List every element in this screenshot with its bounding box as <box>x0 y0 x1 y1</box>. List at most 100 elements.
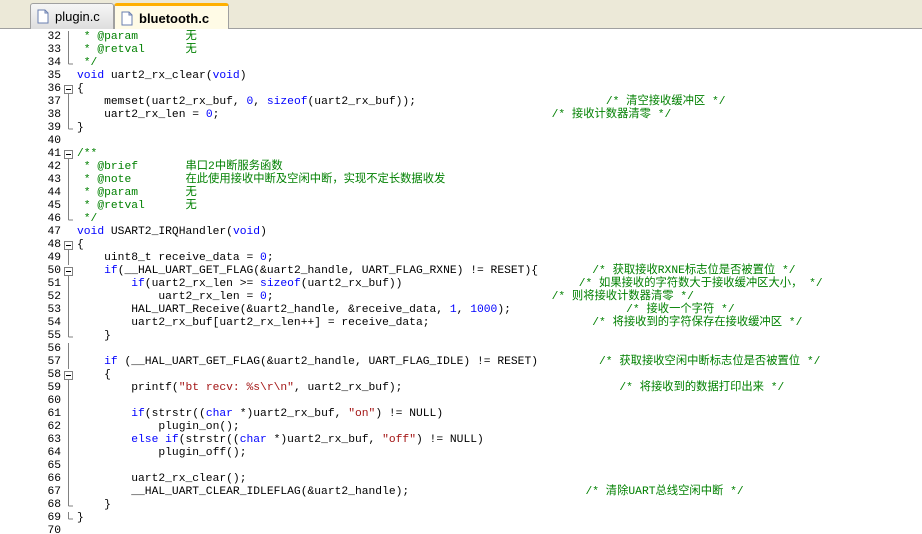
code-line[interactable]: 45 * @retval 无 <box>0 200 922 213</box>
fold-collapse-icon[interactable] <box>64 369 73 382</box>
c-file-icon <box>121 11 133 25</box>
line-number: 65 <box>47 460 61 472</box>
code-line[interactable]: 43 * @note 在此使用接收中断及空闲中断，实现不定长数据收发 <box>0 174 922 187</box>
fold-guide-line <box>68 512 73 520</box>
code-line[interactable]: 34 */ <box>0 57 922 70</box>
code-line[interactable]: 32 * @param 无 <box>0 31 922 44</box>
code-editor[interactable]: 32 * @param 无 33 * @retval 无 34 */35 void u… <box>0 29 922 534</box>
fold-guide-line <box>68 161 69 174</box>
code-line[interactable]: 48 { <box>0 239 922 252</box>
code-token: } <box>77 512 84 524</box>
code-token: ); <box>497 304 627 316</box>
fold-collapse-icon[interactable] <box>64 265 73 278</box>
code-token: (uart2_rx_buf)); <box>307 96 606 108</box>
line-number: 49 <box>47 252 61 264</box>
code-text: uart2_rx_buf[uart2_rx_len++] = receive_d… <box>77 317 802 330</box>
code-line[interactable]: 41 /** <box>0 148 922 161</box>
fold-guide-line <box>68 473 69 486</box>
code-line[interactable]: 33 * @retval 无 <box>0 44 922 57</box>
code-comment: /* 将接收到的数据打印出来 */ <box>619 382 785 394</box>
code-line[interactable]: 57 if (__HAL_UART_GET_FLAG(&uart2_handle… <box>0 356 922 369</box>
fold-guide-line <box>68 109 69 122</box>
code-line[interactable]: 59 printf("bt recv: %s\r\n", uart2_rx_bu… <box>0 382 922 395</box>
code-line[interactable]: 62 plugin_on(); <box>0 421 922 434</box>
code-text: * @retval 无 <box>77 44 197 57</box>
code-token: , <box>253 96 267 108</box>
line-number: 67 <box>47 486 61 498</box>
code-line[interactable]: 47 void USART2_IRQHandler(void) <box>0 226 922 239</box>
fold-guide-line <box>68 122 73 130</box>
code-line[interactable]: 38 uart2_rx_len = 0; /* 接收计数器清零 */ <box>0 109 922 122</box>
code-line[interactable]: 54 uart2_rx_buf[uart2_rx_len++] = receiv… <box>0 317 922 330</box>
line-number: 32 <box>47 31 61 43</box>
code-text: void USART2_IRQHandler(void) <box>77 226 267 239</box>
line-number: 57 <box>47 356 61 368</box>
code-text: * @note 在此使用接收中断及空闲中断，实现不定长数据收发 <box>77 174 446 187</box>
code-keyword: if <box>104 356 118 368</box>
code-token: plugin_on(); <box>77 421 240 433</box>
code-line[interactable]: 44 * @param 无 <box>0 187 922 200</box>
code-token: ; <box>266 291 552 303</box>
code-line[interactable]: 40 <box>0 135 922 148</box>
code-token: ) != NULL) <box>416 434 484 446</box>
fold-guide-line <box>68 57 73 65</box>
code-comment: /* 接收一个字符 */ <box>626 304 735 316</box>
code-line[interactable]: 52 uart2_rx_len = 0; /* 则将接收计数器清零 */ <box>0 291 922 304</box>
code-text: memset(uart2_rx_buf, 0, sizeof(uart2_rx_… <box>77 96 725 109</box>
code-line[interactable]: 56 <box>0 343 922 356</box>
code-line[interactable]: 51 if(uart2_rx_len >= sizeof(uart2_rx_bu… <box>0 278 922 291</box>
fold-guide-line <box>68 304 69 317</box>
code-line[interactable]: 50 if(__HAL_UART_GET_FLAG(&uart2_handle,… <box>0 265 922 278</box>
line-number: 64 <box>47 447 61 459</box>
code-line[interactable]: 65 <box>0 460 922 473</box>
code-comment: * @retval 无 <box>77 44 197 56</box>
code-line[interactable]: 42 * @brief 串口2中断服务函数 <box>0 161 922 174</box>
code-line[interactable]: 66 uart2_rx_clear(); <box>0 473 922 486</box>
fold-guide-line <box>68 343 69 356</box>
line-number: 63 <box>47 434 61 446</box>
code-line[interactable]: 60 <box>0 395 922 408</box>
code-line[interactable]: 35 void uart2_rx_clear(void) <box>0 70 922 83</box>
code-text: printf("bt recv: %s\r\n", uart2_rx_buf);… <box>77 382 784 395</box>
fold-guide-line <box>68 200 69 213</box>
line-number: 62 <box>47 421 61 433</box>
line-number: 34 <box>47 57 61 69</box>
code-line[interactable]: 67 __HAL_UART_CLEAR_IDLEFLAG(&uart2_hand… <box>0 486 922 499</box>
code-line[interactable]: 68 } <box>0 499 922 512</box>
code-line[interactable]: 39} <box>0 122 922 135</box>
code-token: plugin_off(); <box>77 447 247 459</box>
code-line[interactable]: 63 else if(strstr((char *)uart2_rx_buf, … <box>0 434 922 447</box>
fold-collapse-icon[interactable] <box>64 239 73 252</box>
fold-collapse-icon[interactable] <box>64 148 73 161</box>
tab-bluetooth-c[interactable]: bluetooth.c <box>114 3 229 30</box>
code-line[interactable]: 55 } <box>0 330 922 343</box>
code-line[interactable]: 46 */ <box>0 213 922 226</box>
code-token: ) <box>260 226 267 238</box>
code-line[interactable]: 49 uint8_t receive_data = 0; <box>0 252 922 265</box>
code-token: 0 <box>260 291 267 303</box>
code-comment: * @retval 无 <box>77 200 197 212</box>
fold-collapse-icon[interactable] <box>64 83 73 96</box>
code-line[interactable]: 70 <box>0 525 922 534</box>
code-line[interactable]: 61 if(strstr((char *)uart2_rx_buf, "on")… <box>0 408 922 421</box>
code-keyword: char <box>239 434 267 446</box>
code-line[interactable]: 53 HAL_UART_Receive(&uart2_handle, &rece… <box>0 304 922 317</box>
tab-plugin-c[interactable]: plugin.c <box>30 3 114 29</box>
code-token: ; <box>212 109 552 121</box>
line-number: 39 <box>47 122 61 134</box>
code-line[interactable]: 69} <box>0 512 922 525</box>
line-number: 61 <box>47 408 61 420</box>
code-line[interactable]: 36 { <box>0 83 922 96</box>
code-keyword: void <box>77 226 105 238</box>
code-token: 0 <box>260 252 267 264</box>
fold-guide-line <box>68 213 73 221</box>
fold-guide-line <box>68 447 69 460</box>
code-text: } <box>77 512 84 525</box>
fold-guide-line <box>68 252 69 265</box>
code-line[interactable]: 64 plugin_off(); <box>0 447 922 460</box>
code-comment: */ <box>77 57 98 69</box>
code-line[interactable]: 58 { <box>0 369 922 382</box>
code-text: uart2_rx_len = 0; /* 则将接收计数器清零 */ <box>77 291 694 304</box>
code-line[interactable]: 37 memset(uart2_rx_buf, 0, sizeof(uart2_… <box>0 96 922 109</box>
